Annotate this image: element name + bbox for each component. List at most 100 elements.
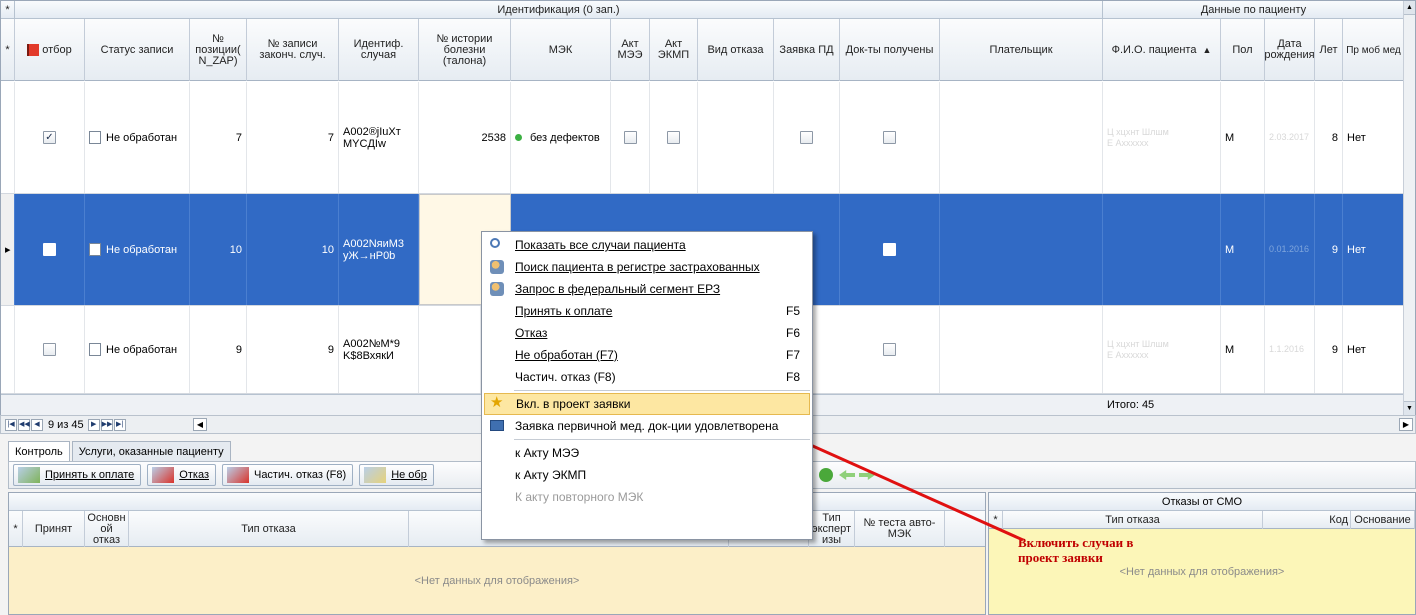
band-header-row: * Идентификация (0 зап.) Данные по пацие…: [1, 1, 1415, 19]
select-cell[interactable]: [15, 306, 85, 393]
case-id-line: уЖ→нP0b: [343, 249, 396, 262]
docs-checkbox[interactable]: [883, 343, 896, 356]
docs-cell[interactable]: [840, 306, 940, 393]
sex-cell: М: [1221, 194, 1265, 305]
mob-cell: Нет: [1343, 82, 1405, 193]
mob-cell: Нет: [1343, 306, 1405, 393]
col-payer[interactable]: Плательщик: [940, 19, 1103, 81]
case-id-cell: A002®jIuXт MYCДIw: [339, 82, 419, 193]
case-id-line: A002NяиM3: [343, 237, 405, 250]
menu-label: Вкл. в проект заявки: [516, 397, 631, 411]
first-record-icon[interactable]: |◀: [5, 418, 17, 431]
menu-label: Поиск пациента в регистре застрахованных: [515, 260, 760, 274]
menu-item-accept[interactable]: Принять к оплате F5: [484, 300, 810, 322]
hscroll-right-icon[interactable]: ▶: [1399, 418, 1413, 431]
menu-item-search-register[interactable]: Поиск пациента в регистре застрахованных: [484, 256, 810, 278]
table-row[interactable]: ✓ Не обработан 7 7 A002®jIuXт MYCДIw 2538…: [1, 82, 1405, 194]
act-ekmp-cell[interactable]: [650, 82, 698, 193]
pd-request-cell[interactable]: [774, 82, 840, 193]
docs-checkbox[interactable]: [883, 243, 896, 256]
scroll-up-icon[interactable]: ▲: [1404, 1, 1415, 15]
menu-item-include-request[interactable]: ★ Вкл. в проект заявки: [484, 393, 810, 415]
band-identification[interactable]: Идентификация (0 зап.): [15, 1, 1103, 19]
act-mee-checkbox[interactable]: [623, 131, 637, 144]
row-indicator: ▸: [1, 194, 15, 305]
col-main-refusal[interactable]: Основн ой отказ: [85, 511, 129, 547]
select-checkbox[interactable]: ✓: [43, 131, 56, 144]
col-smo-code[interactable]: Код: [1263, 511, 1351, 529]
select-cell[interactable]: [15, 194, 85, 305]
accept-button[interactable]: Принять к оплате: [13, 464, 142, 486]
menu-separator: [514, 439, 810, 440]
next-page-icon[interactable]: ▶▶: [100, 418, 113, 431]
menu-item-request-satisfied[interactable]: Заявка первичной мед. док-ции удовлетвор…: [484, 415, 810, 437]
col-age[interactable]: Лет: [1315, 19, 1343, 81]
context-menu: Показать все случаи пациента Поиск пацие…: [481, 231, 813, 540]
col-accepted[interactable]: Принят: [23, 511, 85, 547]
unprocessed-button[interactable]: Не обр: [359, 464, 434, 486]
unprocessed-icon: [364, 467, 387, 483]
tab-control[interactable]: Контроль: [8, 441, 70, 462]
col-refusal-type[interactable]: Вид отказа: [698, 19, 774, 81]
col-smo-basis[interactable]: Основание: [1351, 511, 1415, 529]
menu-shortcut: F7: [785, 348, 800, 362]
docs-cell[interactable]: [840, 194, 940, 305]
menu-item-partial-refuse[interactable]: Частич. отказ (F8) F8: [484, 366, 810, 388]
next-record-icon[interactable]: ▶: [87, 418, 100, 431]
col-refusal-type[interactable]: Тип отказа: [129, 511, 409, 547]
col-act-mee[interactable]: Акт МЭЭ: [611, 19, 650, 81]
pd-request-checkbox[interactable]: [800, 131, 813, 144]
col-select[interactable]: отбор: [15, 19, 85, 81]
menu-item-show-all-cases[interactable]: Показать все случаи пациента: [484, 234, 810, 256]
col-status[interactable]: Статус записи: [85, 19, 190, 81]
menu-item-to-act-mee[interactable]: к Акту МЭЭ: [484, 442, 810, 464]
col-mob[interactable]: Пр моб мед: [1343, 19, 1405, 81]
select-checkbox[interactable]: [43, 243, 56, 256]
menu-item-federal-query[interactable]: Запрос в федеральный сегмент ЕРЗ: [484, 278, 810, 300]
col-act-ekmp[interactable]: Акт ЭКМП: [650, 19, 698, 81]
docs-checkbox[interactable]: [883, 131, 896, 144]
col-dob[interactable]: Дата рождения: [1264, 19, 1315, 81]
prev-page-icon[interactable]: ◀◀: [18, 418, 30, 431]
docs-cell[interactable]: [840, 82, 940, 193]
select-checkbox[interactable]: [43, 343, 56, 356]
prev-record-icon[interactable]: ◀: [31, 418, 43, 431]
dob-cell: 0.01.2016: [1265, 194, 1315, 305]
menu-label: Заявка первичной мед. док-ции удовлетвор…: [515, 419, 779, 433]
menu-item-unprocessed[interactable]: Не обработан (F7) F7: [484, 344, 810, 366]
menu-label: к Акту ЭКМП: [515, 468, 587, 482]
menu-item-refuse[interactable]: Отказ F6: [484, 322, 810, 344]
people-search-icon: [490, 260, 504, 274]
vertical-scrollbar[interactable]: ▲ ▼: [1403, 1, 1415, 416]
menu-label: К акту повторного МЭК: [515, 490, 644, 504]
partial-refuse-button[interactable]: Частич. отказ (F8): [221, 464, 354, 486]
tab-services[interactable]: Услуги, оказанные пациенту: [71, 441, 231, 461]
select-cell[interactable]: ✓: [15, 82, 85, 193]
col-case-id[interactable]: Идентиф. случая: [339, 19, 419, 81]
col-sex[interactable]: Пол: [1221, 19, 1265, 81]
act-ekmp-checkbox[interactable]: [667, 131, 680, 144]
column-header-row: * отбор Статус записи № позиции( N_ZAP) …: [1, 19, 1415, 81]
col-n-closed[interactable]: № записи законч. случ.: [247, 19, 339, 81]
col-pd-request[interactable]: Заявка ПД: [774, 19, 840, 81]
col-mek[interactable]: МЭК: [511, 19, 611, 81]
col-fio[interactable]: Ф.И.О. пациента ▲: [1103, 19, 1221, 81]
act-mee-cell[interactable]: [611, 82, 650, 193]
col-docs-received[interactable]: Док-ты получены: [840, 19, 940, 81]
sex-cell: М: [1221, 306, 1265, 393]
band-patient[interactable]: Данные по пациенту: [1103, 1, 1405, 19]
refuse-button[interactable]: Отказ: [147, 464, 216, 486]
hscroll-left-icon[interactable]: ◀: [193, 418, 207, 431]
annotation-label: Включить случаи в проект заявки: [1018, 535, 1134, 565]
case-id-line: K$8ВхякИ: [343, 349, 394, 362]
col-n-zap[interactable]: № позиции( N_ZAP): [190, 19, 247, 81]
col-smo-refusal-type[interactable]: Тип отказа: [1003, 511, 1263, 529]
document-icon: [89, 131, 101, 144]
col-star[interactable]: *: [1, 19, 15, 81]
last-record-icon[interactable]: ▶|: [113, 418, 126, 431]
col-star[interactable]: *: [9, 511, 23, 547]
menu-item-to-act-ekmp[interactable]: к Акту ЭКМП: [484, 464, 810, 486]
col-history[interactable]: № истории болезни (талона): [419, 19, 511, 81]
scroll-down-icon[interactable]: ▼: [1404, 401, 1415, 415]
n-closed-cell: 7: [247, 82, 339, 193]
